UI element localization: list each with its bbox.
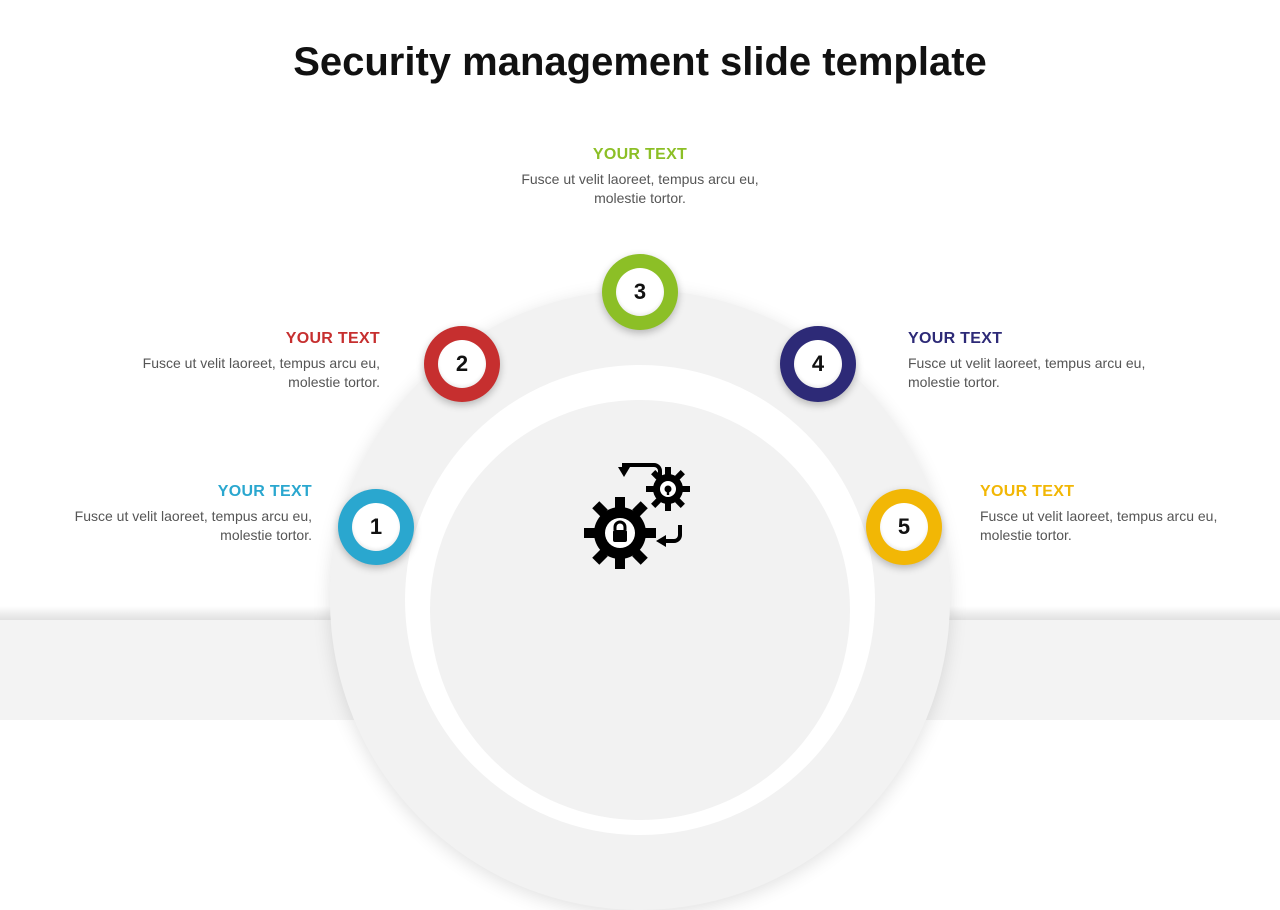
node-4: 4 <box>780 326 856 402</box>
node-3-body: Fusce ut velit laoreet, tempus arcu eu, … <box>520 170 760 208</box>
diagram-stage: 1 YOUR TEXT Fusce ut velit laoreet, temp… <box>0 0 1280 720</box>
node-1-body: Fusce ut velit laoreet, tempus arcu eu, … <box>72 507 312 545</box>
node-1-number: 1 <box>352 503 400 551</box>
node-1: 1 <box>338 489 414 565</box>
node-3-number: 3 <box>616 268 664 316</box>
node-1-text: YOUR TEXT Fusce ut velit laoreet, tempus… <box>72 483 312 545</box>
node-2-label: YOUR TEXT <box>140 330 380 348</box>
node-5-number: 5 <box>880 503 928 551</box>
node-4-number: 4 <box>794 340 842 388</box>
node-4-label: YOUR TEXT <box>908 330 1148 348</box>
node-2-text: YOUR TEXT Fusce ut velit laoreet, tempus… <box>140 330 380 392</box>
node-5-label: YOUR TEXT <box>980 483 1220 501</box>
node-5-text: YOUR TEXT Fusce ut velit laoreet, tempus… <box>980 483 1220 545</box>
node-3: 3 <box>602 254 678 330</box>
node-2: 2 <box>424 326 500 402</box>
node-3-label: YOUR TEXT <box>520 146 760 164</box>
node-3-text: YOUR TEXT Fusce ut velit laoreet, tempus… <box>520 146 760 208</box>
node-2-number: 2 <box>438 340 486 388</box>
node-4-text: YOUR TEXT Fusce ut velit laoreet, tempus… <box>908 330 1148 392</box>
node-5: 5 <box>866 489 942 565</box>
security-gears-lock-icon <box>576 455 704 583</box>
node-1-label: YOUR TEXT <box>72 483 312 501</box>
node-5-body: Fusce ut velit laoreet, tempus arcu eu, … <box>980 507 1220 545</box>
node-2-body: Fusce ut velit laoreet, tempus arcu eu, … <box>140 354 380 392</box>
node-4-body: Fusce ut velit laoreet, tempus arcu eu, … <box>908 354 1148 392</box>
